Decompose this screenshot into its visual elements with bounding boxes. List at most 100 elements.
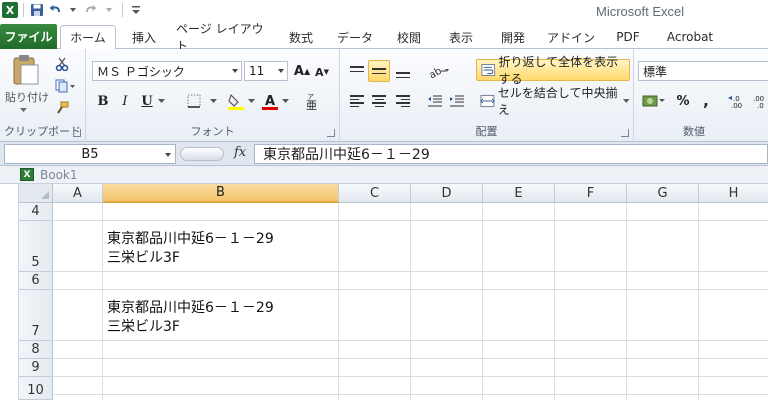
phonetic-guide-icon[interactable]: ア亜: [302, 91, 324, 111]
column-header-b[interactable]: B: [103, 184, 339, 203]
tab-pdf[interactable]: PDF: [610, 25, 646, 49]
workbook-icon: X: [20, 168, 34, 181]
tab-addins[interactable]: アドイン: [546, 25, 596, 49]
bold-icon[interactable]: B: [94, 92, 112, 110]
grow-font-icon[interactable]: A ▲: [293, 62, 311, 80]
undo-icon[interactable]: [47, 2, 63, 18]
paste-dropdown-icon[interactable]: [16, 106, 30, 114]
font-color-icon[interactable]: A: [260, 91, 280, 111]
chevron-down-icon: [232, 69, 238, 73]
row-header-10[interactable]: 10: [19, 377, 53, 400]
tab-view[interactable]: 表示: [442, 25, 480, 49]
svg-text:.00: .00: [731, 102, 742, 109]
italic-icon[interactable]: I: [116, 92, 134, 110]
formula-bar-resize-handle[interactable]: [180, 147, 224, 161]
workbook-name: Book1: [40, 168, 78, 182]
align-right-icon[interactable]: [392, 91, 414, 111]
row-header-4[interactable]: 4: [19, 203, 53, 221]
number-group-label: 数値: [683, 125, 705, 138]
svg-text:ab: ab: [427, 66, 443, 79]
row-header-7[interactable]: 7: [19, 290, 53, 341]
tab-page-layout[interactable]: ページ レイアウト: [176, 22, 272, 53]
paste-button[interactable]: [6, 53, 46, 87]
formula-input[interactable]: 東京都品川中延6－１－29: [254, 144, 768, 164]
orientation-icon[interactable]: ab: [424, 60, 454, 82]
cell-b7-line2: 三栄ビル3F: [107, 319, 180, 335]
worksheet-grid[interactable]: A B C D E F G H 4 5 6 7 8 9 10 東京都品川中延6－…: [18, 184, 768, 400]
alignment-group-label: 配置: [475, 125, 498, 138]
borders-dropdown-icon[interactable]: [208, 95, 218, 107]
format-painter-icon[interactable]: [52, 99, 72, 117]
align-center-icon[interactable]: [368, 91, 390, 111]
redo-icon[interactable]: [83, 2, 99, 18]
wrap-text-button[interactable]: 折り返して全体を表示する: [476, 55, 630, 86]
ribbon-tabs: ファイル ホーム 挿入 ページ レイアウト 数式 データ 校閲 表示 開発 アド…: [0, 22, 768, 53]
decrease-indent-icon[interactable]: [424, 91, 446, 111]
font-color-dropdown-icon[interactable]: [280, 95, 290, 107]
number-format-dropdown[interactable]: 標準: [638, 61, 768, 81]
align-left-icon[interactable]: [346, 91, 368, 111]
column-header-g[interactable]: G: [627, 184, 699, 203]
merge-center-button[interactable]: セルを結合して中央揃え: [476, 86, 630, 117]
underline-icon[interactable]: U: [138, 92, 156, 110]
increase-indent-icon[interactable]: [446, 91, 468, 111]
cell-b5-line1: 東京都品川中延6－１－29: [107, 231, 274, 247]
tab-acrobat[interactable]: Acrobat: [660, 25, 720, 49]
select-all-button[interactable]: [19, 184, 53, 203]
cell-b7-line1: 東京都品川中延6－１－29: [107, 300, 274, 316]
paste-icon: [13, 55, 39, 85]
alignment-group: ab 折り返して全体を表示する セルを結合して中央揃え 配置: [340, 49, 634, 142]
font-group: ＭＳ Ｐゴシック 11 A ▲ A ▼ B I U A ア 亜 フォント: [86, 49, 340, 142]
font-size-dropdown[interactable]: 11: [244, 61, 288, 81]
font-name-dropdown[interactable]: ＭＳ Ｐゴシック: [92, 61, 242, 81]
svg-text:亜: 亜: [306, 99, 317, 110]
row-header-9[interactable]: 9: [19, 359, 53, 377]
column-header-e[interactable]: E: [483, 184, 555, 203]
merge-center-label: セルを結合して中央揃え: [497, 86, 618, 117]
column-header-h[interactable]: H: [699, 184, 768, 203]
customize-qat-icon[interactable]: [128, 2, 144, 18]
tab-formulas[interactable]: 数式: [282, 25, 320, 49]
insert-function-icon[interactable]: fx: [234, 145, 246, 160]
borders-icon[interactable]: [184, 92, 206, 110]
copy-icon[interactable]: [52, 77, 78, 95]
increase-decimal-icon[interactable]: .0.00: [726, 91, 748, 111]
gridline: [102, 203, 103, 400]
comma-style-icon[interactable]: ,: [698, 91, 714, 111]
tab-data[interactable]: データ: [332, 25, 378, 49]
alignment-launcher[interactable]: [621, 129, 629, 137]
save-icon[interactable]: [29, 2, 45, 18]
row-header-6[interactable]: 6: [19, 272, 53, 290]
undo-dropdown-icon[interactable]: [65, 2, 81, 18]
percent-style-icon[interactable]: %: [674, 91, 692, 111]
column-header-d[interactable]: D: [411, 184, 483, 203]
column-header-f[interactable]: F: [555, 184, 627, 203]
separator: [23, 3, 24, 17]
fill-color-dropdown-icon[interactable]: [246, 95, 256, 107]
tab-home[interactable]: ホーム: [60, 25, 116, 50]
font-launcher[interactable]: [327, 129, 335, 137]
paste-label[interactable]: 貼り付け: [4, 89, 50, 105]
redo-dropdown-icon[interactable]: [101, 2, 117, 18]
tab-review[interactable]: 校閲: [390, 25, 428, 49]
formula-bar: B5 fx 東京都品川中延6－１－29: [0, 142, 768, 166]
font-size-value: 11: [249, 64, 265, 78]
decrease-decimal-icon[interactable]: .00.0: [750, 91, 768, 111]
column-header-a[interactable]: A: [53, 184, 103, 203]
column-header-c[interactable]: C: [339, 184, 411, 203]
tab-developer[interactable]: 開発: [494, 25, 532, 49]
shrink-font-icon[interactable]: A ▼: [313, 63, 331, 81]
bottom-align-icon[interactable]: [392, 60, 414, 82]
tab-insert[interactable]: 挿入: [126, 25, 162, 49]
cut-icon[interactable]: [52, 55, 72, 73]
top-align-icon[interactable]: [346, 60, 368, 82]
name-box[interactable]: B5: [4, 144, 176, 164]
underline-dropdown-icon[interactable]: [156, 95, 166, 107]
clipboard-launcher[interactable]: [73, 129, 81, 137]
tab-file[interactable]: ファイル: [0, 24, 57, 49]
row-header-5[interactable]: 5: [19, 221, 53, 272]
middle-align-icon[interactable]: [368, 60, 390, 82]
row-header-8[interactable]: 8: [19, 341, 53, 359]
accounting-format-icon[interactable]: [640, 91, 668, 111]
fill-color-icon[interactable]: [226, 91, 246, 111]
